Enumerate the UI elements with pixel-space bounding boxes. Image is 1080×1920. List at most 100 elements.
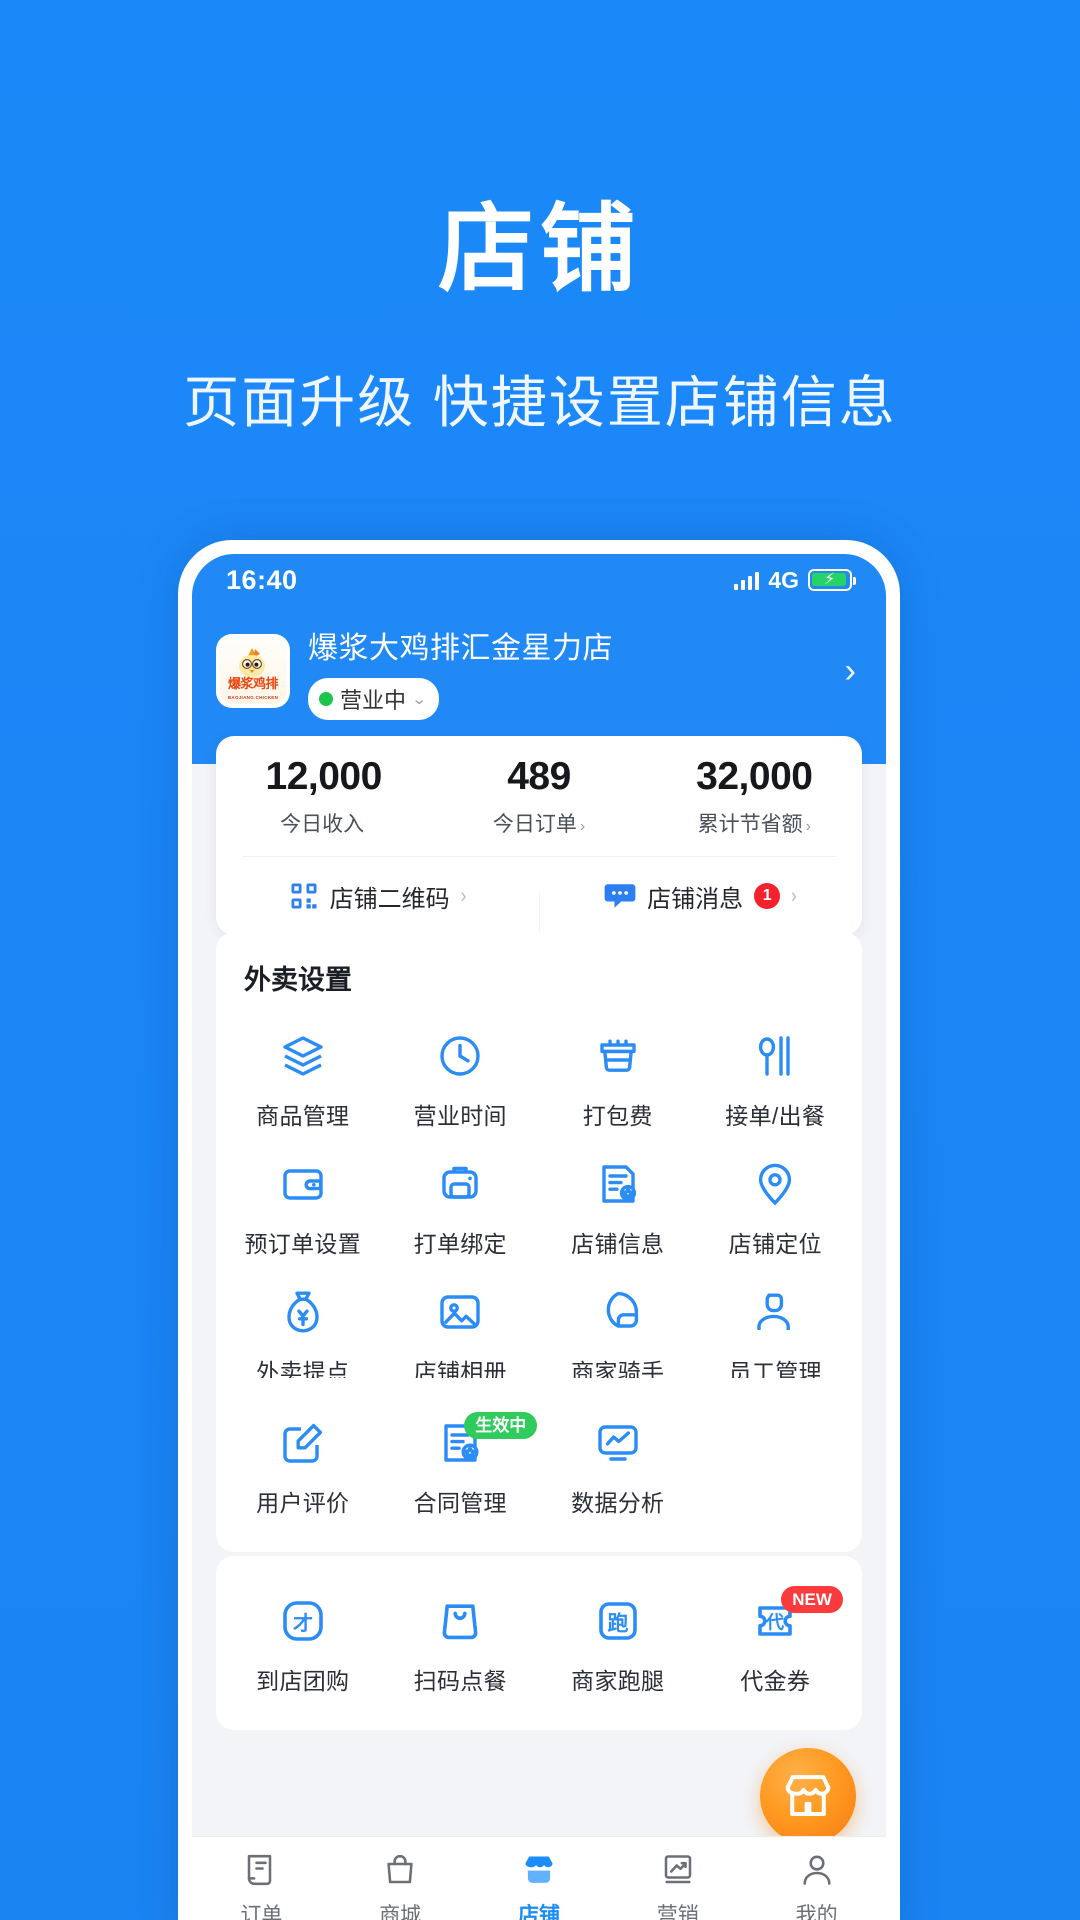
grid-item-label: 扫码点餐 xyxy=(413,1668,507,1694)
takeout-box-icon xyxy=(600,1039,636,1072)
stat-value: 489 xyxy=(507,754,571,798)
new-tag: NEW xyxy=(781,1586,843,1613)
shop-message-link[interactable]: 店铺消息 1 › xyxy=(539,879,862,941)
grid-item-contract-management[interactable]: 生效中 合同管理 xyxy=(382,1400,540,1528)
grid-item-label: 商品管理 xyxy=(256,1103,350,1129)
page-title: 店铺 xyxy=(438,196,642,303)
grid-item-label: 打包费 xyxy=(582,1103,653,1129)
stat-item-savings[interactable]: 32,000 累计节省额 › xyxy=(647,755,862,838)
grid-item-scan-order[interactable]: 扫码点餐 xyxy=(382,1578,540,1706)
stat-item-orders[interactable]: 489 今日订单 › xyxy=(431,755,646,838)
shop-header[interactable]: 爆浆鸡排 BAOJIANG CHICKEN 爆浆大鸡排汇金星力店 营业中 ⌄ › xyxy=(192,612,886,730)
tab-mall[interactable]: 商城 xyxy=(331,1837,470,1920)
battery-charging-icon: ⚡ xyxy=(808,569,856,591)
stats-card: 12,000 今日收入 489 今日订单 › 32,000 累计节省额 › 店铺… xyxy=(216,736,862,941)
tab-label: 我的 xyxy=(795,1903,838,1920)
shop-name: 爆浆大鸡排汇金星力店 xyxy=(308,631,613,665)
tab-marketing[interactable]: 营销 xyxy=(608,1837,747,1920)
tab-orders[interactable]: 订单 xyxy=(192,1837,331,1920)
grid-item-shop-location[interactable]: 店铺定位 xyxy=(697,1141,855,1269)
marketing-chart-icon xyxy=(660,1849,696,1891)
services-grid: 才 到店团购 扫码点餐 跑 商家跑腿 NEW 代 代金券 xyxy=(216,1556,862,1730)
grid-item-label: 预订单设置 xyxy=(244,1231,361,1257)
shop-detail-arrow-icon[interactable]: › xyxy=(845,652,856,691)
grid-item-errand[interactable]: 跑 商家跑腿 xyxy=(539,1578,697,1706)
panel-business-tools: 用户评价 生效中 合同管理 数据分析 xyxy=(216,1378,862,1552)
network-label: 4G xyxy=(768,566,799,593)
location-pin-icon xyxy=(759,1163,792,1206)
phone-screen: 16:40 4G ⚡ 爆浆鸡排 BAOJIANG CHICKEN 爆浆大鸡排汇金… xyxy=(192,554,886,1920)
grid-item-user-reviews[interactable]: 用户评价 xyxy=(224,1400,382,1528)
grid-item-label: 合同管理 xyxy=(413,1490,507,1516)
grid-item-goods-management[interactable]: 商品管理 xyxy=(224,1013,382,1141)
contract-status-tag: 生效中 xyxy=(464,1412,538,1439)
money-bag-icon xyxy=(287,1291,319,1333)
helmet-icon xyxy=(606,1291,638,1328)
signal-bars-icon xyxy=(733,571,760,590)
document-badge-icon xyxy=(602,1165,636,1203)
panel-title: 外卖设置 xyxy=(244,965,352,995)
tools-grid: 用户评价 生效中 合同管理 数据分析 xyxy=(216,1378,862,1552)
tab-label: 订单 xyxy=(240,1903,283,1920)
chevron-right-icon: › xyxy=(791,883,797,908)
grid-item-business-hours[interactable]: 营业时间 xyxy=(382,1013,540,1141)
grid-item-voucher[interactable]: NEW 代 代金券 xyxy=(697,1578,855,1706)
person-icon xyxy=(799,1849,835,1891)
grid-item-printer-binding[interactable]: 打单绑定 xyxy=(382,1141,540,1269)
shop-logo: 爆浆鸡排 BAOJIANG CHICKEN xyxy=(216,634,290,708)
grid-item-label: 用户评价 xyxy=(256,1490,350,1516)
quick-link-label: 店铺二维码 xyxy=(329,885,450,913)
shop-status-label: 营业中 xyxy=(340,687,407,713)
staff-icon xyxy=(757,1293,791,1330)
chevron-down-icon[interactable]: ⌄ xyxy=(411,690,427,708)
status-time: 16:40 xyxy=(226,564,298,595)
tab-label: 营销 xyxy=(656,1903,699,1920)
logo-english-text: BAOJIANG CHICKEN xyxy=(227,695,279,700)
page-subtitle: 页面升级 快捷设置店铺信息 xyxy=(183,371,897,434)
stat-value: 32,000 xyxy=(696,754,813,798)
floating-store-button[interactable] xyxy=(760,1748,856,1844)
shopping-bag-icon xyxy=(382,1849,418,1891)
panel-takeout-settings: 外卖设置 商品管理 营业时间 打包费 接单/出餐 预订单设置 打单绑定 店铺信息… xyxy=(216,932,862,1421)
wallet-icon xyxy=(283,1169,323,1200)
promo-background: 店铺 页面升级 快捷设置店铺信息 16:40 4G ⚡ 爆浆鸡排 BAOJIAN… xyxy=(0,0,1080,1920)
grid-item-label: 营业时间 xyxy=(413,1103,507,1129)
tab-profile[interactable]: 我的 xyxy=(747,1837,886,1920)
shop-qrcode-link[interactable]: 店铺二维码 › xyxy=(216,879,539,914)
chevron-right-icon: › xyxy=(460,883,467,908)
shop-status-badge[interactable]: 营业中 ⌄ xyxy=(308,677,439,720)
grid-item-group-buy[interactable]: 才 到店团购 xyxy=(224,1578,382,1706)
grid-item-packing-fee[interactable]: 打包费 xyxy=(539,1013,697,1141)
layers-icon xyxy=(283,1036,323,1076)
errand-run-icon: 跑 xyxy=(598,1602,637,1640)
grid-item-label: 店铺定位 xyxy=(728,1231,822,1257)
svg-text:代: 代 xyxy=(765,1613,784,1634)
grid-item-preorder-settings[interactable]: 预订单设置 xyxy=(224,1141,382,1269)
message-count-badge: 1 xyxy=(754,883,781,909)
storefront-icon xyxy=(785,1775,831,1817)
tab-shop[interactable]: 店铺 xyxy=(470,1837,609,1920)
grid-item-label: 到店团购 xyxy=(256,1668,350,1694)
grid-item-label: 代金券 xyxy=(740,1668,811,1694)
clock-icon xyxy=(440,1036,480,1076)
photo-icon xyxy=(440,1295,480,1329)
grid-item-data-analysis[interactable]: 数据分析 xyxy=(539,1400,697,1528)
stat-label: 今日收入 xyxy=(280,812,365,836)
status-dot-icon xyxy=(319,691,333,706)
quick-link-label: 店铺消息 xyxy=(647,885,744,913)
stat-value: 12,000 xyxy=(265,754,383,798)
stats-row: 12,000 今日收入 489 今日订单 › 32,000 累计节省额 › xyxy=(216,736,862,856)
grid-item-label: 数据分析 xyxy=(571,1490,665,1516)
group-buy-icon: 才 xyxy=(282,1601,323,1641)
grid-item-empty xyxy=(697,1400,855,1528)
grid-item-accept-order[interactable]: 接单/出餐 xyxy=(697,1013,855,1141)
grid-item-label: 商家跑腿 xyxy=(571,1668,665,1694)
qrcode-icon xyxy=(291,883,317,909)
stat-label: 今日订单 › xyxy=(492,812,586,836)
scan-order-bag-icon xyxy=(442,1604,478,1640)
store-icon xyxy=(521,1849,557,1891)
stat-item-income[interactable]: 12,000 今日收入 xyxy=(216,755,431,838)
grid-item-shop-info[interactable]: 店铺信息 xyxy=(539,1141,697,1269)
message-bubble-icon xyxy=(604,884,636,908)
analytics-monitor-icon xyxy=(598,1425,638,1461)
